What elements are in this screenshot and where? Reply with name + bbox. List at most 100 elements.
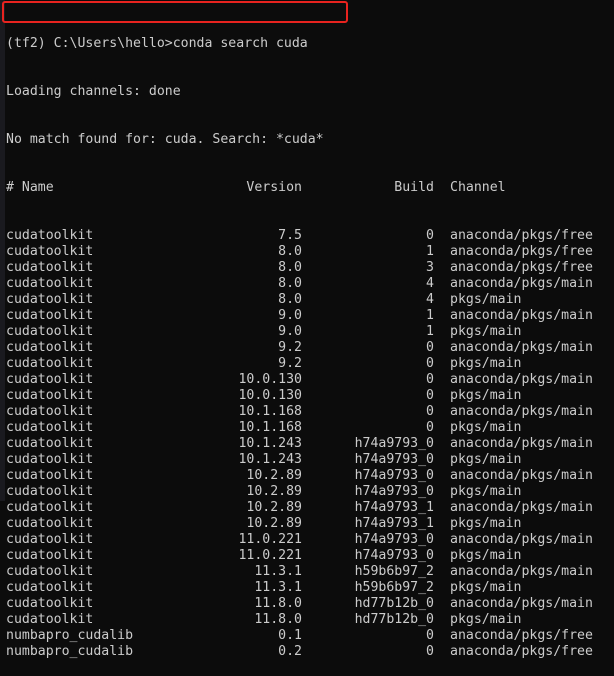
package-name: cudatoolkit bbox=[6, 468, 94, 483]
package-channel: anaconda/pkgs/free bbox=[450, 244, 593, 259]
package-build: h74a9793_0 bbox=[354, 452, 434, 467]
package-list: cudatoolkit 7.5 0 anaconda/pkgs/free cudatoo… bbox=[6, 228, 593, 660]
package-build: h59b6b97_2 bbox=[354, 580, 434, 595]
package-name: cudatoolkit bbox=[6, 260, 94, 275]
package-build: hd77b12b_0 bbox=[354, 612, 434, 627]
table-row: cudatoolkit 11.3.1 h59b6b97_2 anaconda/pkgs… bbox=[6, 564, 593, 580]
package-build: 0 bbox=[426, 356, 434, 371]
header-name: # Name bbox=[6, 180, 54, 195]
package-version: 7.5 bbox=[278, 228, 302, 243]
package-build: 0 bbox=[426, 388, 434, 403]
package-build: h59b6b97_2 bbox=[354, 564, 434, 579]
package-build: h74a9793_0 bbox=[354, 436, 434, 451]
package-channel: anaconda/pkgs/free bbox=[450, 228, 593, 243]
table-row: cudatoolkit 8.0 4 pkgs/main bbox=[6, 292, 593, 308]
command-highlight-box bbox=[2, 1, 348, 23]
package-channel: anaconda/pkgs/main bbox=[450, 596, 593, 611]
package-version: 10.1.168 bbox=[238, 420, 302, 435]
output-line: Loading channels: done bbox=[6, 84, 181, 99]
package-channel: pkgs/main bbox=[450, 292, 522, 307]
header-channel: Channel bbox=[450, 180, 506, 195]
package-build: 0 bbox=[426, 420, 434, 435]
table-row: cudatoolkit 11.8.0 hd77b12b_0 anaconda/pkgs… bbox=[6, 596, 593, 612]
package-version: 10.2.89 bbox=[246, 516, 302, 531]
table-row: cudatoolkit 11.8.0 hd77b12b_0 pkgs/main bbox=[6, 612, 593, 628]
package-channel: anaconda/pkgs/free bbox=[450, 628, 593, 643]
table-row: cudatoolkit 11.3.1 h59b6b97_2 pkgs/main bbox=[6, 580, 593, 596]
package-build: 0 bbox=[426, 372, 434, 387]
package-name: cudatoolkit bbox=[6, 324, 94, 339]
package-version: 9.0 bbox=[278, 308, 302, 323]
package-channel: anaconda/pkgs/main bbox=[450, 532, 593, 547]
package-name: cudatoolkit bbox=[6, 580, 94, 595]
package-channel: pkgs/main bbox=[450, 420, 522, 435]
package-channel: pkgs/main bbox=[450, 388, 522, 403]
package-version: 11.3.1 bbox=[254, 580, 302, 595]
package-version: 9.2 bbox=[278, 340, 302, 355]
table-row: cudatoolkit 11.0.221 h74a9793_0 anaconda/pk… bbox=[6, 532, 593, 548]
package-build: 4 bbox=[426, 292, 434, 307]
package-name: cudatoolkit bbox=[6, 516, 94, 531]
table-row: cudatoolkit 8.0 4 anaconda/pkgs/main bbox=[6, 276, 593, 292]
package-build: 4 bbox=[426, 276, 434, 291]
output-line: No match found for: cuda. Search: *cuda* bbox=[6, 132, 324, 147]
package-channel: anaconda/pkgs/main bbox=[450, 340, 593, 355]
command-text: conda search cuda bbox=[172, 36, 308, 51]
table-row: cudatoolkit 10.1.168 0 anaconda/pkgs/main bbox=[6, 404, 593, 420]
package-channel: pkgs/main bbox=[450, 548, 522, 563]
table-row: numbapro_cudalib 0.1 0 anaconda/pkgs/free bbox=[6, 628, 593, 644]
package-version: 10.2.89 bbox=[246, 500, 302, 515]
package-name: cudatoolkit bbox=[6, 372, 94, 387]
package-build: h74a9793_0 bbox=[354, 468, 434, 483]
prompt: (tf2) C:\Users\hello> bbox=[6, 36, 173, 51]
package-channel: pkgs/main bbox=[450, 516, 522, 531]
package-channel: pkgs/main bbox=[450, 452, 522, 467]
table-row: cudatoolkit 9.0 1 anaconda/pkgs/main bbox=[6, 308, 593, 324]
package-channel: anaconda/pkgs/main bbox=[450, 372, 593, 387]
package-build: 3 bbox=[426, 260, 434, 275]
package-name: cudatoolkit bbox=[6, 276, 94, 291]
table-row: cudatoolkit 10.2.89 h74a9793_1 pkgs/main bbox=[6, 516, 593, 532]
table-row: cudatoolkit 8.0 1 anaconda/pkgs/free bbox=[6, 244, 593, 260]
package-channel: anaconda/pkgs/free bbox=[450, 260, 593, 275]
table-row: cudatoolkit 10.0.130 0 anaconda/pkgs/main bbox=[6, 372, 593, 388]
package-name: cudatoolkit bbox=[6, 484, 94, 499]
package-channel: pkgs/main bbox=[450, 612, 522, 627]
package-build: 1 bbox=[426, 244, 434, 259]
package-version: 0.1 bbox=[278, 628, 302, 643]
package-name: cudatoolkit bbox=[6, 596, 94, 611]
table-header: # Name Version Build Channel bbox=[6, 180, 593, 196]
package-channel: anaconda/pkgs/main bbox=[450, 404, 593, 419]
package-name: cudatoolkit bbox=[6, 228, 94, 243]
package-channel: anaconda/pkgs/main bbox=[450, 276, 593, 291]
table-row: cudatoolkit 8.0 3 anaconda/pkgs/free bbox=[6, 260, 593, 276]
terminal-output[interactable]: (tf2) C:\Users\hello>conda search cuda L… bbox=[6, 4, 593, 676]
package-build: 1 bbox=[426, 324, 434, 339]
command-line: (tf2) C:\Users\hello>conda search cuda bbox=[6, 36, 593, 52]
package-build: h74a9793_1 bbox=[354, 500, 434, 515]
package-name: cudatoolkit bbox=[6, 308, 94, 323]
package-build: 0 bbox=[426, 644, 434, 659]
table-row: cudatoolkit 10.0.130 0 pkgs/main bbox=[6, 388, 593, 404]
package-channel: pkgs/main bbox=[450, 484, 522, 499]
package-name: cudatoolkit bbox=[6, 404, 94, 419]
table-row: cudatoolkit 9.2 0 anaconda/pkgs/main bbox=[6, 340, 593, 356]
package-version: 0.2 bbox=[278, 644, 302, 659]
package-version: 10.2.89 bbox=[246, 484, 302, 499]
table-row: cudatoolkit 10.1.168 0 pkgs/main bbox=[6, 420, 593, 436]
package-build: hd77b12b_0 bbox=[354, 596, 434, 611]
package-build: h74a9793_0 bbox=[354, 484, 434, 499]
package-build: 0 bbox=[426, 340, 434, 355]
package-name: numbapro_cudalib bbox=[6, 644, 134, 659]
package-name: cudatoolkit bbox=[6, 532, 94, 547]
package-version: 11.0.221 bbox=[238, 548, 302, 563]
package-channel: pkgs/main bbox=[450, 324, 522, 339]
package-name: cudatoolkit bbox=[6, 292, 94, 307]
package-name: cudatoolkit bbox=[6, 612, 94, 627]
package-version: 8.0 bbox=[278, 276, 302, 291]
table-row: cudatoolkit 10.1.243 h74a9793_0 pkgs/main bbox=[6, 452, 593, 468]
package-version: 10.1.243 bbox=[238, 436, 302, 451]
package-name: cudatoolkit bbox=[6, 244, 94, 259]
package-version: 11.8.0 bbox=[254, 612, 302, 627]
window-left-edge bbox=[0, 0, 5, 501]
